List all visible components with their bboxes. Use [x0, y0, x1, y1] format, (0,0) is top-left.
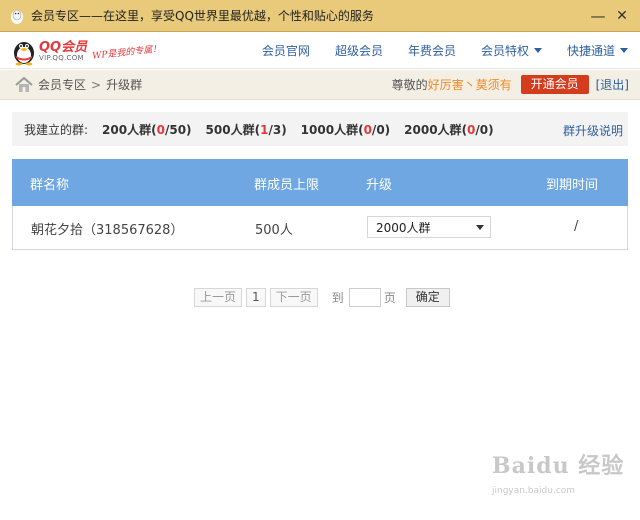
- summary-label: 我建立的群:: [24, 122, 89, 137]
- username-link[interactable]: 好厉害丶莫须有: [428, 76, 512, 93]
- baidu-jingyan-watermark: Baidu 经验 jingyan.baidu.com: [492, 448, 632, 508]
- column-header-upgrade: 升级: [366, 178, 393, 193]
- upgrade-select-value: 2000人群: [376, 220, 431, 235]
- watermark-logo: Baidu 经验: [492, 453, 625, 479]
- qq-penguin-icon: [14, 42, 34, 66]
- page-number-button[interactable]: 1: [246, 287, 266, 307]
- group-table: 群名称 群成员上限 升级 到期时间 朝花夕拾（318567628） 500人 2…: [12, 159, 628, 250]
- member-limit-cell: 500人: [255, 223, 293, 238]
- breadcrumb-separator: >: [91, 77, 102, 92]
- column-header-member-limit: 群成员上限: [254, 178, 320, 193]
- upgrade-help-link[interactable]: 群升级说明: [563, 122, 623, 139]
- top-navbar: QQ会员 VIP.QQ.COM WP是我的专属！ 会员官网 超级会员 年费会员 …: [0, 33, 640, 69]
- minimize-button[interactable]: —: [588, 6, 608, 26]
- page-unit-label: 页: [383, 290, 396, 305]
- window-title: 会员专区——在这里，享受QQ世界里最优越，个性和贴心的服务: [31, 9, 374, 23]
- pagination: 上一页 1 下一页 到 页 确定: [194, 287, 450, 307]
- breadcrumb-root[interactable]: 会员专区: [38, 76, 86, 93]
- table-row: 朝花夕拾（318567628） 500人 2000人群 /: [12, 206, 628, 250]
- quota-2000: 2000人群(0/0): [404, 122, 494, 137]
- breadcrumb-bar: 会员专区 > 升级群 尊敬的 好厉害丶莫须有 开通会员 [退出]: [0, 70, 640, 100]
- logout-link[interactable]: [退出]: [596, 76, 629, 93]
- chevron-down-icon: [533, 47, 542, 53]
- quota-1000: 1000人群(0/0): [300, 122, 391, 137]
- page-input[interactable]: [348, 287, 381, 307]
- qq-penguin-icon: [11, 9, 23, 24]
- quota-200: 200人群(0/50): [102, 122, 192, 137]
- group-name-cell: 朝花夕拾（318567628）: [31, 223, 184, 238]
- goto-label: 到: [331, 290, 344, 305]
- nav-item-super-vip[interactable]: 超级会员: [335, 42, 383, 59]
- home-icon[interactable]: [15, 76, 33, 93]
- column-header-expiry: 到期时间: [546, 178, 599, 193]
- brand-logo[interactable]: QQ会员 VIP.QQ.COM WP是我的专属！: [11, 36, 162, 66]
- close-button[interactable]: ✕: [612, 6, 632, 26]
- column-header-group-name: 群名称: [30, 178, 70, 193]
- table-header: 群名称 群成员上限 升级 到期时间: [12, 159, 628, 206]
- breadcrumb-current: 升级群: [106, 78, 143, 92]
- nav-item-vip-privileges[interactable]: 会员特权: [481, 42, 542, 59]
- user-area: 尊敬的 好厉害丶莫须有 开通会员 [退出]: [392, 75, 629, 94]
- goto-confirm-button[interactable]: 确定: [405, 287, 450, 307]
- expiry-cell: /: [574, 219, 579, 234]
- brand-name: QQ会员: [39, 39, 88, 55]
- nav-links: 会员官网 超级会员 年费会员 会员特权 快捷通道: [237, 33, 628, 67]
- open-vip-button[interactable]: 开通会员: [520, 75, 589, 94]
- chevron-down-icon: [476, 225, 484, 230]
- quota-500: 500人群(1/3): [205, 122, 287, 137]
- greeting-text: 尊敬的: [391, 78, 428, 92]
- brand-slogan: WP是我的专属！: [91, 43, 162, 62]
- upgrade-select[interactable]: 2000人群: [367, 216, 491, 238]
- chevron-down-icon: [620, 47, 628, 53]
- watermark-url: jingyan.baidu.com: [492, 486, 576, 496]
- next-page-button[interactable]: 下一页: [269, 287, 318, 307]
- nav-item-official-site[interactable]: 会员官网: [262, 42, 310, 59]
- nav-item-annual-vip[interactable]: 年费会员: [408, 42, 456, 59]
- nav-item-shortcuts[interactable]: 快捷通道: [567, 42, 628, 59]
- window-titlebar: 会员专区——在这里，享受QQ世界里最优越，个性和贴心的服务 — ✕: [0, 0, 640, 32]
- group-quota-summary: 我建立的群: 200人群(0/50) 500人群(1/3) 1000人群(0/0…: [12, 112, 628, 146]
- brand-url: VIP.QQ.COM: [39, 53, 84, 62]
- prev-page-button[interactable]: 上一页: [194, 287, 243, 307]
